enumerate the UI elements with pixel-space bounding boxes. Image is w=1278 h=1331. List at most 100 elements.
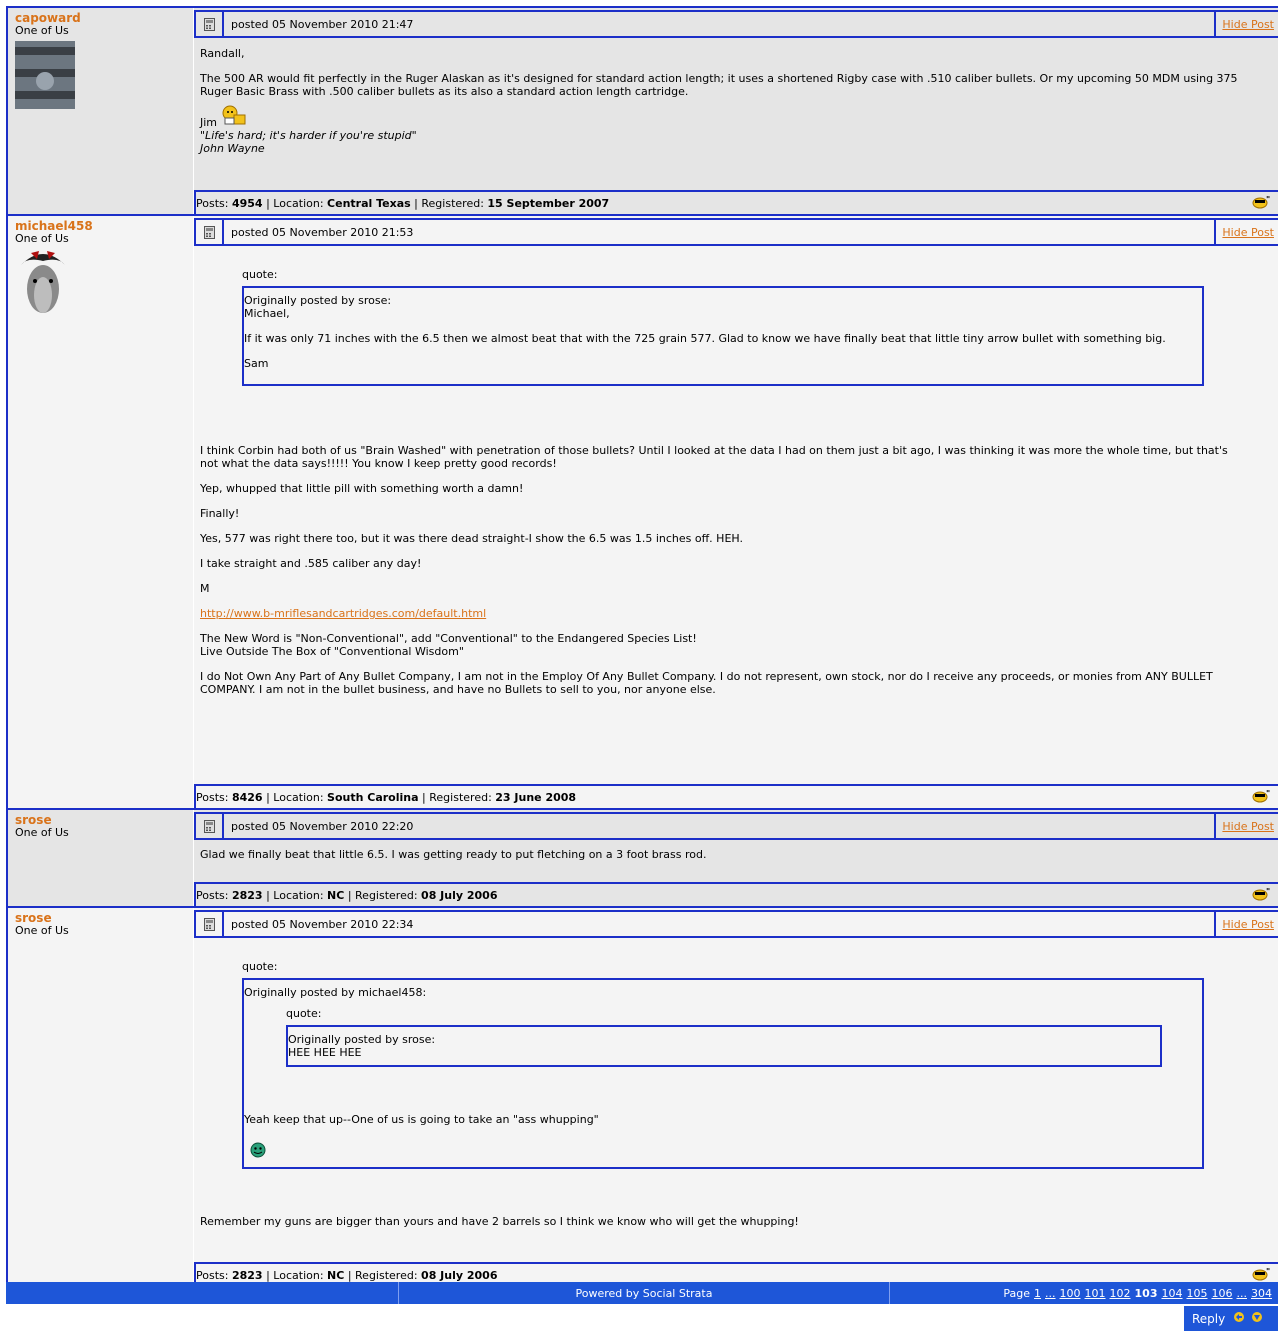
quote-line: Sam	[244, 357, 269, 370]
post-main: posted 05 November 2010 22:20 Hide Post …	[194, 810, 1278, 906]
post-paragraph: Remember my guns are bigger than yours a…	[200, 1215, 799, 1228]
post-body: Glad we finally beat that little 6.5. I …	[194, 840, 1278, 882]
quote-reply-icon[interactable]: "	[1252, 195, 1272, 212]
quote-box: Originally posted by srose: Michael, If …	[242, 286, 1204, 386]
post-icon[interactable]	[196, 814, 224, 838]
website-link[interactable]: http://www.b-mriflesandcartridges.com/de…	[200, 607, 486, 620]
footer-info: Posts: 8426 | Location: South Carolina |…	[196, 790, 577, 804]
signature-line: Live Outside The Box of "Conventional Wi…	[200, 645, 464, 658]
quote-attribution: Originally posted by srose:	[244, 294, 392, 307]
smiley-icon	[250, 1142, 266, 1161]
post-icon[interactable]	[196, 12, 224, 36]
sig-author: John Wayne	[200, 142, 265, 155]
phone-icon	[203, 819, 215, 833]
post-paragraph: Randall,	[200, 47, 245, 60]
post-paragraph: I think Corbin had both of us "Brain Was…	[200, 444, 1228, 470]
hide-post-link[interactable]: Hide Post	[1214, 812, 1278, 840]
page-link[interactable]: 105	[1187, 1287, 1208, 1300]
post-paragraph: Glad we finally beat that little 6.5. I …	[200, 848, 707, 861]
post-author-cell: srose One of Us	[8, 908, 194, 1286]
post-icon[interactable]	[196, 912, 224, 936]
post-footer: Posts: 2823 | Location: NC | Registered:…	[194, 882, 1278, 906]
post-paragraph: Yep, whupped that little pill with somet…	[200, 482, 524, 495]
post-header: posted 05 November 2010 21:53 Hide Post	[194, 218, 1278, 246]
page-link[interactable]: 104	[1162, 1287, 1183, 1300]
smiley-icon	[221, 104, 247, 129]
page-label: Page	[1003, 1286, 1031, 1300]
signature-line: The New Word is "Non-Conventional", add …	[200, 632, 697, 645]
post-icon[interactable]	[196, 220, 224, 244]
post-footer: Posts: 8426 | Location: South Carolina |…	[194, 784, 1278, 808]
post-main: posted 05 November 2010 22:34 Hide Post …	[194, 908, 1278, 1286]
post-date: posted 05 November 2010 21:47	[231, 17, 414, 31]
post-date: posted 05 November 2010 22:34	[231, 917, 414, 931]
page-ellipsis[interactable]: ...	[1237, 1287, 1248, 1300]
page-link[interactable]: 106	[1212, 1287, 1233, 1300]
page-ellipsis[interactable]: ...	[1045, 1287, 1056, 1300]
post-header: posted 05 November 2010 22:34 Hide Post	[194, 910, 1278, 938]
svg-text:": "	[1266, 195, 1270, 204]
page-link[interactable]: 101	[1085, 1287, 1106, 1300]
quote-arrow-icon	[1251, 1311, 1263, 1326]
inner-quote-attribution: Originally posted by srose:	[288, 1033, 436, 1046]
hide-post-link[interactable]: Hide Post	[1214, 218, 1278, 246]
footer-info: Posts: 4954 | Location: Central Texas | …	[196, 196, 610, 210]
quote-text: Yeah keep that up--One of us is going to…	[244, 1113, 599, 1126]
author-rank: One of Us	[15, 232, 69, 245]
page-link[interactable]: 102	[1110, 1287, 1131, 1300]
signature: Jim "Life's hard; it's harder if you're …	[200, 104, 1244, 155]
inner-quote-label: quote:	[286, 1007, 322, 1020]
author-rank: One of Us	[15, 924, 69, 937]
post-author-cell: capoward One of Us	[8, 8, 194, 214]
phone-icon	[203, 225, 215, 239]
quote-reply-icon[interactable]: "	[1252, 887, 1272, 904]
post: michael458 One of Us posted 05 November …	[8, 216, 1278, 810]
svg-text:": "	[1266, 1267, 1270, 1276]
page-current: 103	[1134, 1286, 1158, 1300]
page-link[interactable]: 100	[1060, 1287, 1081, 1300]
thread: capoward One of Us posted 05 November 20…	[6, 6, 1278, 1288]
post-header: posted 05 November 2010 22:20 Hide Post	[194, 812, 1278, 840]
post-date: posted 05 November 2010 22:20	[231, 819, 414, 833]
inner-quote-text: HEE HEE HEE	[288, 1046, 362, 1059]
reply-label: Reply	[1192, 1311, 1226, 1326]
post-paragraph: Yes, 577 was right there too, but it was…	[200, 532, 743, 545]
hide-post-link[interactable]: Hide Post	[1214, 910, 1278, 938]
post-paragraph: The 500 AR would fit perfectly in the Ru…	[200, 72, 1238, 98]
post-footer: Posts: 4954 | Location: Central Texas | …	[194, 190, 1278, 214]
page-link[interactable]: 304	[1251, 1287, 1272, 1300]
quote-box: Originally posted by michael458: quote: …	[242, 978, 1204, 1169]
post-body: Randall, The 500 AR would fit perfectly …	[194, 38, 1278, 190]
post-body: quote: Originally posted by srose: Micha…	[194, 246, 1278, 784]
sig-name: Jim	[200, 116, 218, 129]
author-rank: One of Us	[15, 24, 69, 37]
phone-icon	[203, 917, 215, 931]
quote-line: If it was only 71 inches with the 6.5 th…	[244, 332, 1166, 345]
quote-label: quote:	[242, 268, 278, 281]
avatar	[21, 251, 65, 313]
disclaimer: I do Not Own Any Part of Any Bullet Comp…	[200, 670, 1213, 696]
status-bar: Powered by Social Strata Page 1 ... 100 …	[6, 1282, 1278, 1304]
sig-quote: "Life's hard; it's harder if you're stup…	[200, 129, 417, 142]
post-author-cell: srose One of Us	[8, 810, 194, 906]
post: capoward One of Us posted 05 November 20…	[8, 8, 1278, 216]
post-main: posted 05 November 2010 21:53 Hide Post …	[194, 216, 1278, 808]
reply-button[interactable]: Reply	[1184, 1306, 1278, 1331]
quote-attribution: Originally posted by michael458:	[244, 986, 427, 999]
post: srose One of Us posted 05 November 2010 …	[8, 908, 1278, 1288]
reply-arrow-icon	[1233, 1311, 1245, 1326]
hide-post-link[interactable]: Hide Post	[1214, 10, 1278, 38]
page-link[interactable]: 1	[1034, 1287, 1041, 1300]
post: srose One of Us posted 05 November 2010 …	[8, 810, 1278, 908]
post-main: posted 05 November 2010 21:47 Hide Post …	[194, 8, 1278, 214]
post-author-cell: michael458 One of Us	[8, 216, 194, 808]
post-body: quote: Originally posted by michael458: …	[194, 938, 1278, 1262]
avatar	[15, 41, 75, 109]
post-paragraph: M	[200, 582, 210, 595]
post-paragraph: Finally!	[200, 507, 240, 520]
footer-info: Posts: 2823 | Location: NC | Registered:…	[196, 1268, 498, 1282]
quote-reply-icon[interactable]: "	[1252, 789, 1272, 806]
footer-info: Posts: 2823 | Location: NC | Registered:…	[196, 888, 498, 902]
post-paragraph: I take straight and .585 caliber any day…	[200, 557, 422, 570]
inner-quote-box: Originally posted by srose: HEE HEE HEE	[286, 1025, 1162, 1067]
